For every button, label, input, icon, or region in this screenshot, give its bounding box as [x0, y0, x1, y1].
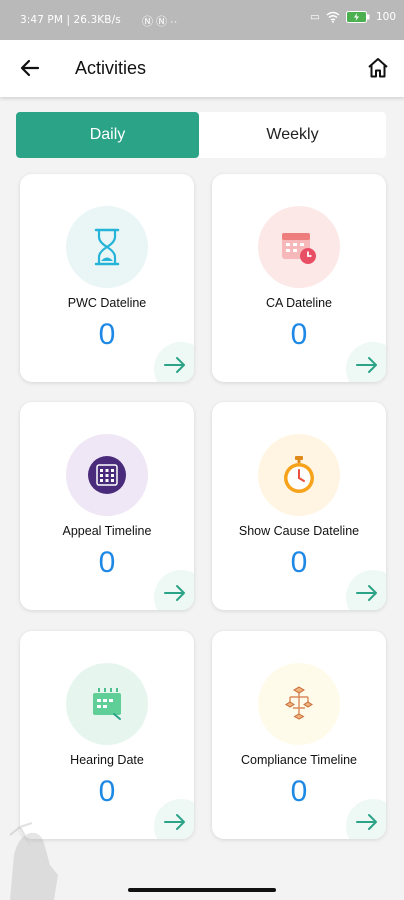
- arrow-right-icon[interactable]: [164, 356, 186, 374]
- page-title: Activities: [75, 58, 147, 78]
- calendar-grid-icon: [88, 456, 126, 494]
- status-time: 3:47 PM | 26.3KB/s: [20, 14, 121, 26]
- sim-icon: ▭: [310, 11, 320, 23]
- status-bar: 3:47 PM | 26.3KB/s Ⓝ Ⓝ ·· ▭ 100: [0, 0, 404, 40]
- flowchart-icon: [285, 686, 313, 720]
- card-label: Compliance Timeline: [240, 753, 358, 767]
- app-bar: Activities: [0, 40, 404, 97]
- justice-statue-watermark: [9, 822, 58, 900]
- icon-circle: [66, 434, 148, 516]
- arrow-right-icon[interactable]: [164, 813, 186, 831]
- card-label: PWC Dateline: [67, 296, 147, 310]
- card-compliance-timeline[interactable]: Compliance Timeline 0: [212, 631, 386, 839]
- status-notification-icons: Ⓝ Ⓝ ··: [142, 16, 178, 28]
- tab-daily[interactable]: Daily: [16, 112, 199, 158]
- icon-circle: [258, 663, 340, 745]
- icon-circle: [66, 206, 148, 288]
- arrow-right-icon[interactable]: [356, 584, 378, 602]
- card-appeal-timeline[interactable]: Appeal Timeline 0: [20, 402, 194, 610]
- home-icon[interactable]: [366, 56, 390, 80]
- card-label: Show Cause Dateline: [238, 524, 360, 538]
- card-hearing-date[interactable]: Hearing Date 0: [20, 631, 194, 839]
- arrow-right-icon[interactable]: [356, 356, 378, 374]
- back-arrow-icon[interactable]: [18, 56, 42, 80]
- stopwatch-icon: [284, 456, 314, 493]
- icon-circle: [258, 206, 340, 288]
- card-label: CA Dateline: [265, 296, 332, 310]
- card-label: Hearing Date: [70, 753, 144, 767]
- tab-weekly[interactable]: Weekly: [199, 112, 386, 158]
- card-pwc-dateline[interactable]: PWC Dateline 0: [20, 174, 194, 382]
- battery-icon: [345, 11, 370, 23]
- arrow-right-icon[interactable]: [164, 584, 186, 602]
- card-show-cause-dateline[interactable]: Show Cause Dateline 0: [212, 402, 386, 610]
- period-tabs: Daily Weekly: [16, 112, 386, 158]
- status-right: ▭ 100: [310, 11, 396, 23]
- icon-circle: [66, 663, 148, 745]
- hourglass-icon: [94, 228, 120, 266]
- card-label: Appeal Timeline: [62, 524, 152, 538]
- calendar-clock-icon: [282, 233, 316, 264]
- icon-circle: [258, 434, 340, 516]
- gesture-navigation-bar[interactable]: [128, 888, 276, 892]
- arrow-right-icon[interactable]: [356, 813, 378, 831]
- calendar-icon: [93, 688, 121, 720]
- wifi-icon: [326, 11, 340, 23]
- battery-level: 100: [375, 11, 396, 23]
- card-ca-dateline[interactable]: CA Dateline 0: [212, 174, 386, 382]
